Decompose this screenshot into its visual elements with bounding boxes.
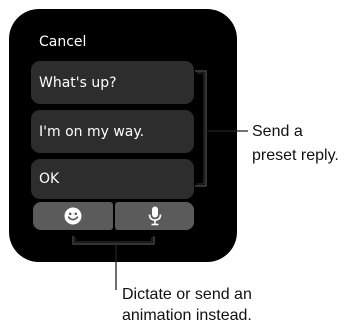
- preset-callout-line2: preset reply.: [252, 147, 339, 164]
- dictate-callout-line2: animation instead.: [122, 307, 252, 324]
- preset-bracket-inner: [197, 72, 205, 185]
- dictate-callout-line1: Dictate or send an: [122, 286, 252, 303]
- preset-callout-line1: Send a: [252, 123, 303, 140]
- buttons-bracket-inner: [74, 237, 153, 243]
- buttons-bracket: [72, 236, 155, 245]
